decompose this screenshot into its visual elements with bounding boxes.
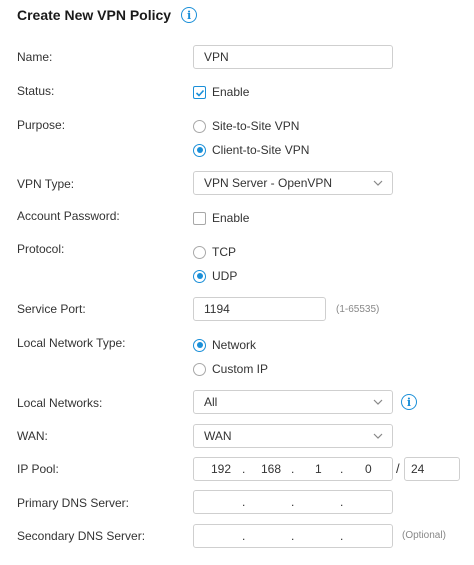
ip-pool-label: IP Pool:	[17, 462, 59, 476]
wan-label: WAN:	[17, 429, 48, 443]
local-networks-select[interactable]: All	[193, 390, 393, 414]
service-port-input[interactable]: 1194	[193, 297, 326, 321]
ip-pool-dot: .	[242, 462, 246, 476]
secondary-dns-dot: .	[291, 529, 295, 543]
protocol-tcp-radio[interactable]	[193, 245, 206, 259]
checkmark-icon	[195, 89, 205, 97]
secondary-dns-dot: .	[242, 529, 246, 543]
vpn-type-value: VPN Server - OpenVPN	[204, 176, 333, 190]
vpn-type-select[interactable]: VPN Server - OpenVPN	[193, 171, 393, 195]
purpose-site-to-site-radio[interactable]	[193, 119, 206, 133]
ip-pool-dot: .	[291, 462, 295, 476]
local-networks-value: All	[204, 395, 218, 409]
ip-pool-address-input[interactable]: 192 . 168 . 1 . 0	[193, 457, 393, 481]
local-network-type-custom-ip-radio[interactable]	[193, 362, 206, 376]
local-network-type-custom-ip-text: Custom IP	[212, 362, 269, 376]
local-network-type-custom-ip-option[interactable]: Custom IP	[193, 362, 268, 376]
vpn-type-label: VPN Type:	[17, 177, 75, 191]
ip-pool-dot: .	[340, 462, 344, 476]
local-network-type-network-radio[interactable]	[193, 338, 206, 352]
wan-select[interactable]: WAN	[193, 424, 393, 448]
status-enable-checkbox[interactable]	[193, 85, 206, 99]
primary-dns-dot: .	[291, 495, 295, 509]
purpose-label: Purpose:	[17, 118, 66, 132]
purpose-site-to-site-option[interactable]: Site-to-Site VPN	[193, 119, 299, 133]
ip-pool-mask-input[interactable]: 24	[404, 457, 460, 481]
local-network-type-network-option[interactable]: Network	[193, 338, 256, 352]
secondary-dns-input[interactable]: . . .	[193, 524, 393, 548]
purpose-site-to-site-text: Site-to-Site VPN	[212, 119, 300, 133]
ip-pool-separator: /	[396, 461, 400, 476]
protocol-label: Protocol:	[17, 242, 65, 256]
purpose-client-to-site-radio[interactable]	[193, 143, 206, 157]
local-networks-info-icon[interactable]: i	[401, 394, 417, 410]
account-password-enable-option[interactable]: Enable	[193, 211, 249, 225]
protocol-tcp-option[interactable]: TCP	[193, 245, 236, 259]
service-port-label: Service Port:	[17, 302, 86, 316]
primary-dns-input[interactable]: . . .	[193, 490, 393, 514]
wan-value: WAN	[204, 429, 232, 443]
account-password-enable-text: Enable	[212, 211, 250, 225]
ip-pool-octet-2: 168	[261, 462, 282, 476]
status-enable-text: Enable	[212, 85, 250, 99]
purpose-client-to-site-text: Client-to-Site VPN	[212, 143, 310, 157]
status-enable-option[interactable]: Enable	[193, 85, 249, 99]
primary-dns-label: Primary DNS Server:	[17, 496, 130, 510]
local-network-type-network-text: Network	[212, 338, 257, 352]
ip-pool-octet-1: 192	[211, 462, 232, 476]
service-port-hint: (1-65535)	[336, 304, 380, 315]
protocol-udp-text: UDP	[212, 269, 238, 283]
protocol-tcp-text: TCP	[212, 245, 236, 259]
ip-pool-octet-3: 1	[315, 462, 322, 476]
secondary-dns-hint: (Optional)	[402, 530, 446, 541]
primary-dns-dot: .	[340, 495, 344, 509]
chevron-down-icon	[373, 399, 383, 405]
name-label: Name:	[17, 50, 53, 64]
protocol-udp-option[interactable]: UDP	[193, 269, 237, 283]
secondary-dns-label: Secondary DNS Server:	[17, 529, 146, 543]
chevron-down-icon	[373, 180, 383, 186]
status-label: Status:	[17, 84, 55, 98]
secondary-dns-dot: .	[340, 529, 344, 543]
page-title: Create New VPN Policy	[17, 7, 172, 23]
protocol-udp-radio[interactable]	[193, 269, 206, 283]
page-title-row: Create New VPN Policy i	[17, 7, 198, 23]
primary-dns-dot: .	[242, 495, 246, 509]
local-networks-label: Local Networks:	[17, 396, 103, 410]
ip-pool-octet-4: 0	[365, 462, 372, 476]
account-password-label: Account Password:	[17, 209, 120, 223]
purpose-client-to-site-option[interactable]: Client-to-Site VPN	[193, 143, 309, 157]
info-icon[interactable]: i	[181, 7, 198, 23]
name-input[interactable]: VPN	[193, 45, 393, 69]
chevron-down-icon	[373, 433, 383, 439]
account-password-checkbox[interactable]	[193, 211, 206, 225]
local-network-type-label: Local Network Type:	[17, 336, 126, 350]
